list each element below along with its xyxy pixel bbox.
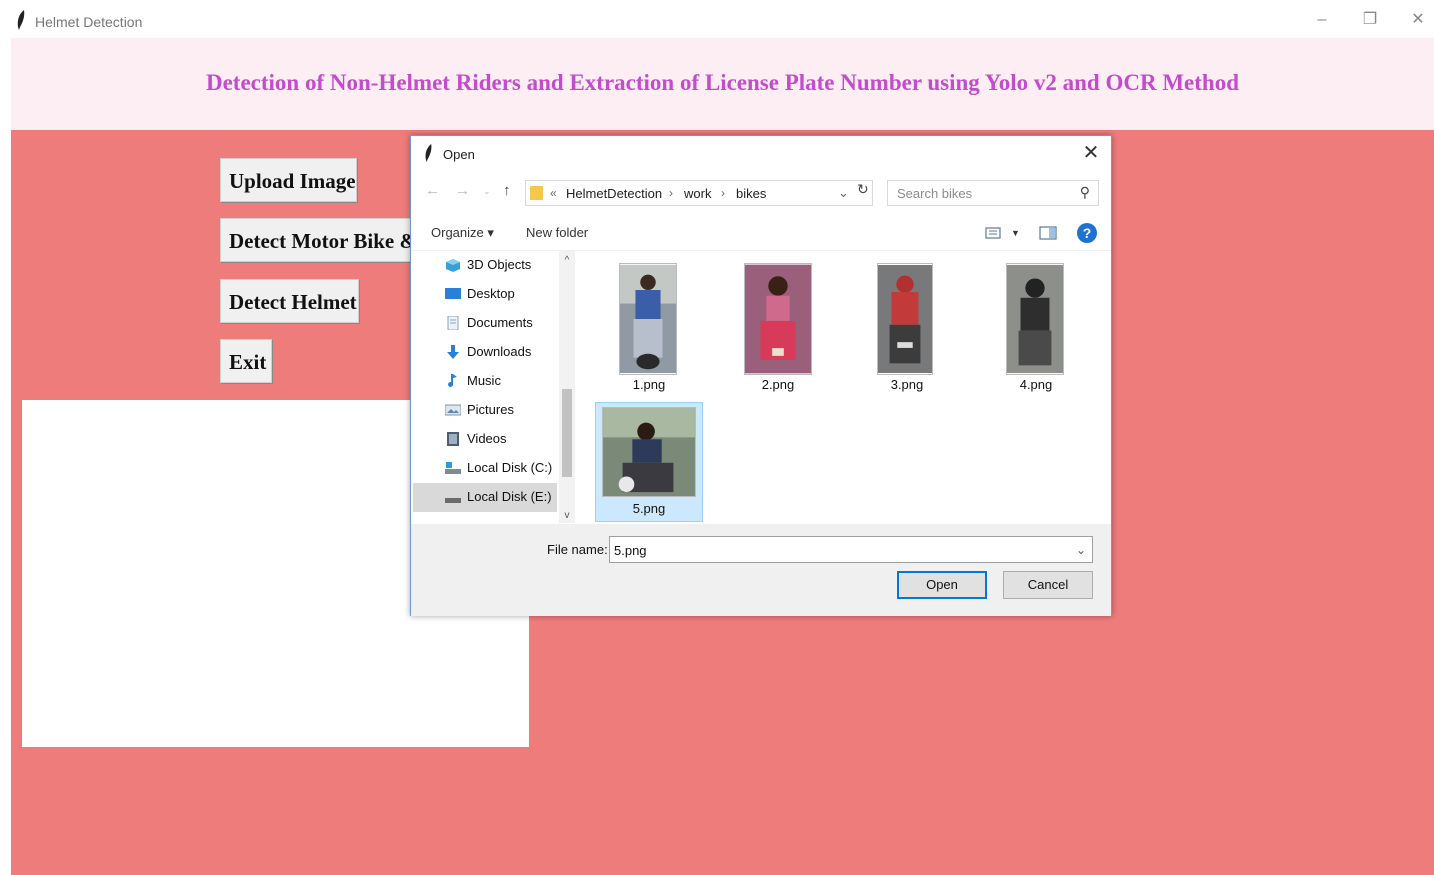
search-icon: ⚲: [1079, 184, 1090, 200]
scrollbar-thumb[interactable]: [562, 389, 572, 477]
page-heading: Detection of Non-Helmet Riders and Extra…: [205, 70, 1239, 95]
local-disk-icon: [445, 498, 461, 503]
search-input[interactable]: Search bikes ⚲: [887, 180, 1099, 206]
documents-icon: [447, 316, 459, 330]
dialog-navbar: ← → ⌄ ↑ « HelmetDetection › work › bikes…: [411, 176, 1111, 208]
breadcrumb-helmetdetection[interactable]: HelmetDetection: [566, 186, 662, 201]
nav-item-3d-objects[interactable]: 3D Objects: [413, 251, 557, 280]
nav-item-videos[interactable]: Videos: [413, 425, 557, 454]
file-name-value: 5.png: [614, 543, 647, 558]
window-titlebar: Helmet Detection – ❐ ✕: [0, 0, 1434, 38]
scroll-down-icon[interactable]: v: [559, 510, 575, 521]
open-file-dialog: Open ✕ ← → ⌄ ↑ « HelmetDetection › work …: [410, 135, 1112, 616]
file-name-label: 4.png: [1019, 377, 1053, 392]
file-item[interactable]: 2.png: [724, 257, 832, 392]
chevron-down-icon[interactable]: ⌄: [1076, 543, 1086, 557]
feather-icon: [17, 10, 25, 30]
file-name-input[interactable]: 5.png ⌄: [609, 536, 1093, 563]
help-icon[interactable]: ?: [1077, 223, 1097, 243]
pictures-icon: [445, 404, 461, 416]
scroll-up-icon[interactable]: ^: [559, 255, 575, 266]
nav-item-label: Local Disk (E:): [467, 489, 552, 504]
dialog-titlebar: Open ✕: [411, 136, 1111, 170]
up-arrow-icon[interactable]: ↑: [503, 182, 511, 199]
dialog-close-button[interactable]: ✕: [1079, 141, 1103, 165]
close-window-button[interactable]: ✕: [1403, 8, 1433, 32]
nav-item-label: Pictures: [467, 402, 514, 417]
nav-item-label: Videos: [467, 431, 507, 446]
upload-image-button[interactable]: Upload Image: [220, 158, 357, 202]
dialog-toolbar: Organize ▾ New folder ▼ ?: [411, 216, 1111, 251]
file-name-label: 2.png: [761, 377, 795, 392]
nav-item-label: Downloads: [467, 344, 532, 359]
nav-item-music[interactable]: Music: [413, 367, 557, 396]
videos-icon: [447, 432, 459, 446]
file-list: 1.png 2.png 3.png 4.png 5.png: [581, 251, 1101, 523]
image-thumbnail: [877, 263, 933, 375]
recent-locations-icon[interactable]: ⌄: [483, 186, 491, 197]
image-thumbnail: [1006, 263, 1064, 375]
folder-icon: [530, 186, 543, 200]
forward-arrow-icon[interactable]: →: [455, 182, 470, 199]
downloads-icon: [447, 345, 459, 359]
nav-item-pictures[interactable]: Pictures: [413, 396, 557, 425]
new-folder-button[interactable]: New folder: [526, 225, 588, 240]
refresh-icon[interactable]: ↻: [857, 181, 869, 198]
nav-item-label: Local Disk (C:): [467, 460, 553, 475]
file-name-field-label: File name:: [547, 542, 608, 557]
nav-item-label: Desktop: [467, 286, 515, 301]
window-title: Helmet Detection: [35, 14, 143, 30]
file-name-label: 1.png: [632, 377, 666, 392]
image-thumbnail: [744, 263, 812, 375]
cancel-button[interactable]: Cancel: [1003, 571, 1093, 599]
nav-item-label: Music: [467, 373, 501, 388]
image-thumbnail: [602, 407, 696, 497]
image-thumbnail: [619, 263, 677, 375]
dialog-footer: File name: 5.png ⌄ Open Cancel: [411, 524, 1111, 616]
local-disk-icon: [445, 462, 461, 474]
dialog-title: Open: [443, 147, 475, 162]
nav-item-local-disk-e[interactable]: Local Disk (E:): [413, 483, 557, 512]
back-arrow-icon[interactable]: ←: [425, 182, 440, 199]
feather-icon: [425, 144, 432, 162]
breadcrumb-overflow[interactable]: «: [550, 186, 557, 200]
breadcrumb-separator: ›: [721, 186, 725, 200]
detect-helmet-button[interactable]: Detect Helmet: [220, 279, 359, 323]
search-placeholder: Search bikes: [897, 186, 973, 201]
desktop-icon: [445, 288, 461, 299]
breadcrumb-bikes[interactable]: bikes: [736, 186, 766, 201]
breadcrumb-work[interactable]: work: [684, 186, 711, 201]
nav-item-local-disk-c[interactable]: Local Disk (C:): [413, 454, 557, 483]
music-icon: [448, 374, 457, 387]
change-view-icon[interactable]: [985, 226, 1001, 240]
open-button[interactable]: Open: [897, 571, 987, 599]
header-band: Detection of Non-Helmet Riders and Extra…: [11, 38, 1434, 130]
organize-menu[interactable]: Organize ▾: [431, 225, 494, 241]
file-name-label: 5.png: [632, 501, 666, 516]
minimize-button[interactable]: –: [1307, 8, 1337, 32]
restore-button[interactable]: ❐: [1355, 8, 1385, 32]
address-bar[interactable]: « HelmetDetection › work › bikes ⌄: [525, 180, 873, 206]
breadcrumb-separator: ›: [669, 186, 673, 200]
preview-pane-icon[interactable]: [1039, 226, 1057, 240]
nav-item-documents[interactable]: Documents: [413, 309, 557, 338]
nav-item-label: 3D Objects: [467, 257, 532, 272]
file-item[interactable]: 3.png: [853, 257, 961, 392]
3d-objects-icon: [446, 259, 460, 272]
view-options-dropdown-icon[interactable]: ▼: [1011, 228, 1020, 238]
chevron-down-icon[interactable]: ⌄: [838, 185, 849, 201]
nav-item-label: Documents: [467, 315, 533, 330]
nav-pane-scrollbar[interactable]: ^ v: [559, 251, 575, 523]
exit-button[interactable]: Exit: [220, 339, 272, 383]
nav-item-downloads[interactable]: Downloads: [413, 338, 557, 367]
nav-item-desktop[interactable]: Desktop: [413, 280, 557, 309]
navigation-pane: 3D Objects Desktop Documents Downloads M…: [413, 251, 559, 523]
file-item[interactable]: 4.png: [982, 257, 1090, 392]
file-item-selected[interactable]: 5.png: [595, 402, 703, 522]
file-item[interactable]: 1.png: [595, 257, 703, 392]
file-name-label: 3.png: [890, 377, 924, 392]
